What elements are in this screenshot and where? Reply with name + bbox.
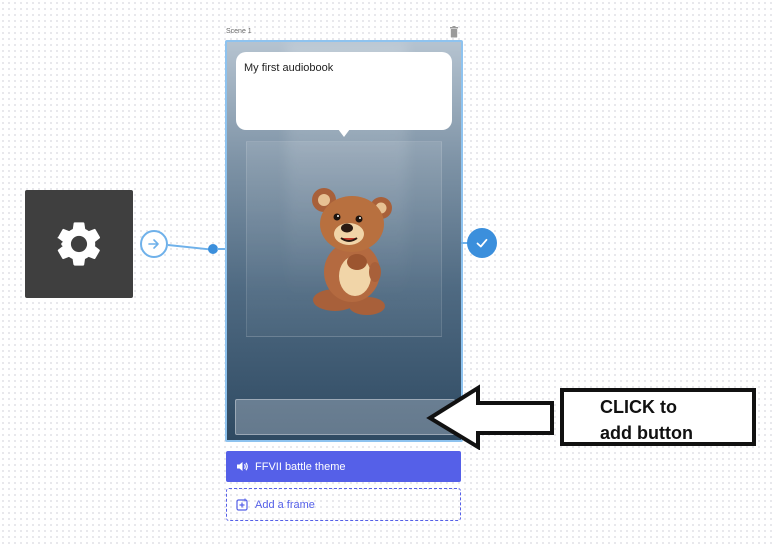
connector-arrow-button[interactable] (140, 230, 168, 258)
teddy-bear-illustration (312, 188, 392, 315)
add-frame-button[interactable]: Add a frame (226, 488, 461, 521)
speech-text: My first audiobook (244, 62, 334, 74)
speech-bubble[interactable]: My first audiobook (236, 52, 452, 137)
callout-line-1: CLICK to (600, 397, 677, 417)
audio-track-label: FFVII battle theme (255, 460, 346, 473)
audio-track-button[interactable]: FFVII battle theme (226, 451, 461, 482)
callout-box: CLICK to add button (560, 388, 756, 446)
scene-complete-badge[interactable] (467, 228, 497, 258)
settings-block[interactable] (25, 190, 133, 298)
check-icon (476, 238, 488, 248)
scene-card[interactable]: My first audiobook (225, 40, 463, 442)
scene-image-frame[interactable] (246, 141, 442, 337)
callout-line-2: add button (600, 423, 693, 443)
speaker-icon (237, 462, 248, 471)
connector-line (167, 244, 214, 251)
gear-icon (57, 222, 101, 266)
trash-icon[interactable] (449, 26, 459, 38)
arrow-right-circle-icon (148, 239, 159, 249)
add-frame-icon (236, 498, 248, 511)
callout-arrow (426, 384, 554, 450)
scene-label: Scene 1 (226, 28, 252, 35)
add-frame-label: Add a frame (255, 498, 315, 511)
add-button-slot[interactable] (235, 399, 455, 435)
